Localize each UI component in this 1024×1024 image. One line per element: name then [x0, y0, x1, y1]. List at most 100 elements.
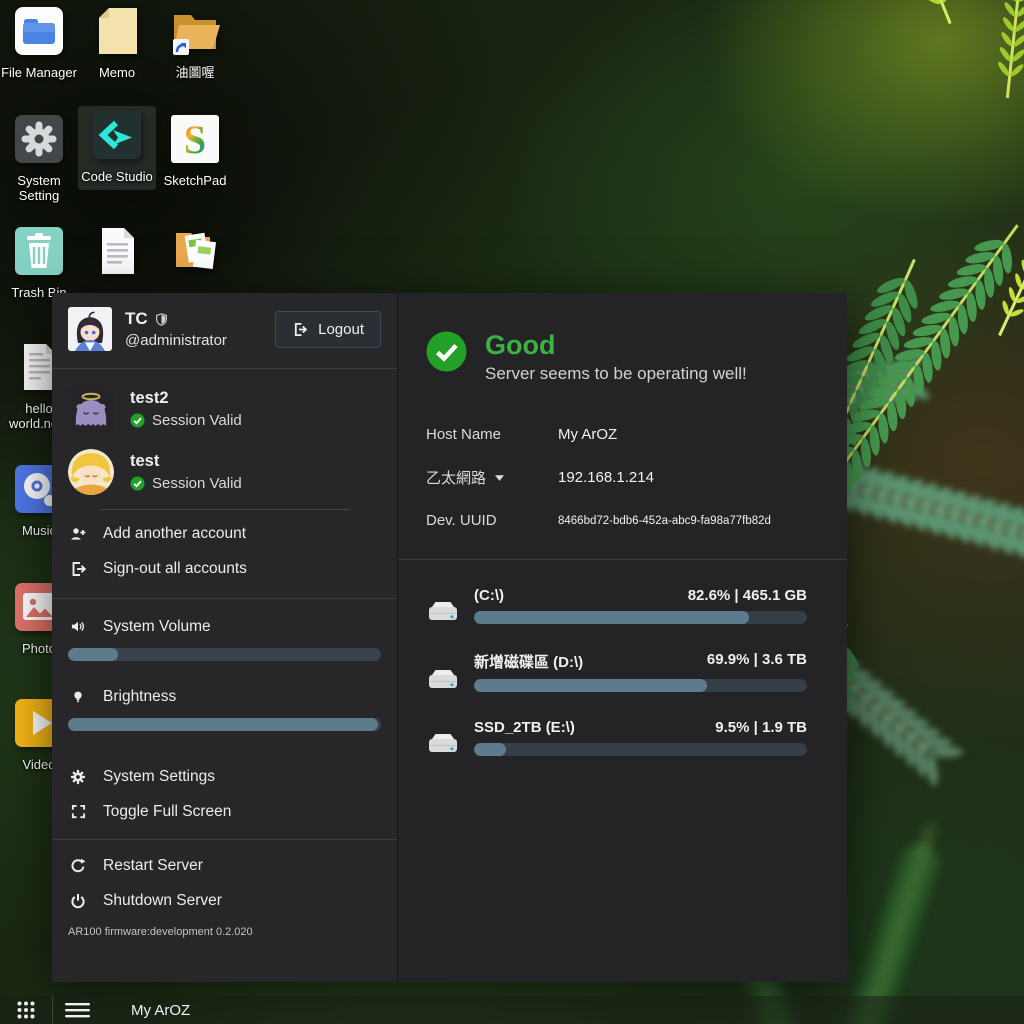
menu-item-signout-all[interactable]: Sign-out all accounts: [68, 551, 381, 586]
account-row-test2[interactable]: test2 Session Valid: [68, 386, 381, 432]
logout-button[interactable]: Logout: [275, 311, 381, 348]
menu-label: Add another account: [103, 525, 246, 543]
system-volume-label-row: System Volume: [68, 609, 381, 644]
menu-label: Restart Server: [103, 857, 203, 875]
session-status: Session Valid: [152, 475, 242, 492]
app-launcher-button[interactable]: [0, 996, 52, 1024]
avatar: [68, 449, 114, 495]
brightness-label-row: Brightness: [68, 679, 381, 714]
account-row-test[interactable]: test Session Valid: [68, 449, 381, 495]
disk-row-c: (C:\) 82.6% | 465.1 GB: [426, 587, 807, 624]
current-user-username: @administrator: [125, 332, 262, 349]
check-circle-icon: [130, 413, 145, 428]
uuid-value: 8466bd72-bdb6-452a-abc9-fa98a77fb82d: [558, 515, 771, 527]
divider: [52, 598, 397, 599]
network-interface-dropdown[interactable]: 乙太網路: [426, 467, 558, 488]
disk-usage-bar: [474, 611, 807, 624]
menu-label: Sign-out all accounts: [103, 560, 247, 578]
disk-usage-fill: [474, 611, 749, 624]
menu-item-toggle-fullscreen[interactable]: Toggle Full Screen: [68, 794, 381, 829]
desktop-icon-folder-with-documents[interactable]: [156, 224, 234, 285]
taskbar: My ArOZ: [0, 996, 1024, 1024]
divider: [398, 559, 847, 560]
menu-item-add-account[interactable]: Add another account: [68, 516, 381, 551]
disk-name: SSD_2TB (E:\): [474, 719, 575, 736]
menu-item-system-settings[interactable]: System Settings: [68, 759, 381, 794]
icon-label: Code Studio: [81, 169, 153, 184]
icon-label: System Setting: [0, 173, 78, 204]
menu-item-restart-server[interactable]: Restart Server: [68, 848, 381, 883]
svg-text:S: S: [184, 117, 206, 162]
hostname-row: Host Name My ArOZ: [426, 426, 807, 443]
firmware-version: AR100 firmware:development 0.2.020: [68, 926, 381, 938]
status-subtitle: Server seems to be operating well!: [485, 364, 747, 384]
hard-drive-icon: [426, 667, 460, 692]
network-label: 乙太網路: [426, 467, 486, 488]
disk-usage-bar: [474, 743, 807, 756]
avatar: [68, 307, 112, 351]
icon-label: 油圖喔: [175, 65, 214, 80]
caret-down-icon: [495, 475, 504, 481]
disk-usage-fill: [474, 679, 707, 692]
hostname-label: Host Name: [426, 426, 558, 443]
desktop-icon-trash-bin[interactable]: Trash Bin: [0, 224, 78, 300]
account-status-popup: TC @administrator Logout: [52, 293, 847, 982]
trash-bin-icon: [12, 224, 66, 278]
logout-label: Logout: [318, 321, 364, 338]
logout-icon: [292, 322, 308, 337]
folder-with-documents-icon: [168, 224, 222, 278]
user-plus-icon: [68, 525, 88, 542]
current-user-name: TC: [125, 309, 148, 329]
ip-address-value: 192.168.1.214: [558, 469, 654, 486]
status-title: Good: [485, 331, 747, 359]
grid-icon: [16, 1000, 36, 1020]
current-user-header: TC @administrator Logout: [68, 307, 381, 351]
divider: [52, 839, 397, 840]
code-studio-icon: [90, 108, 144, 162]
icon-label: Video: [22, 757, 55, 772]
icon-label: File Manager: [1, 65, 77, 80]
desktop: File Manager Memo 油圖喔: [0, 0, 1024, 1024]
disk-usage: 69.9% | 3.6 TB: [707, 651, 807, 672]
menu-label: System Settings: [103, 768, 215, 786]
icon-label: Memo: [99, 65, 135, 80]
desktop-icon-shortcut-folder[interactable]: 油圖喔: [156, 4, 234, 80]
shortcut-folder-icon: [168, 4, 222, 58]
menu-label: Shutdown Server: [103, 892, 222, 910]
system-volume-slider[interactable]: [68, 648, 381, 661]
desktop-icon-document[interactable]: [78, 224, 156, 285]
desktop-icon-system-setting[interactable]: System Setting: [0, 112, 78, 204]
disk-row-e: SSD_2TB (E:\) 9.5% | 1.9 TB: [426, 719, 807, 756]
disk-row-d: 新增磁碟區 (D:\) 69.9% | 3.6 TB: [426, 651, 807, 692]
lightbulb-icon: [68, 688, 88, 705]
account-name: test: [130, 452, 242, 471]
desktop-icon-sketchpad[interactable]: S SketchPad: [156, 112, 234, 188]
disk-usage: 9.5% | 1.9 TB: [715, 719, 807, 736]
menu-button[interactable]: [53, 996, 101, 1024]
icon-label: Music: [22, 523, 56, 538]
sign-out-icon: [68, 560, 88, 577]
slider-label: Brightness: [103, 688, 176, 706]
account-name: test2: [130, 389, 242, 408]
restart-icon: [68, 857, 88, 874]
menu-label: Toggle Full Screen: [103, 803, 231, 821]
hostname-value: My ArOZ: [558, 426, 617, 443]
avatar: [68, 386, 114, 432]
desktop-icon-memo[interactable]: Memo: [78, 4, 156, 80]
brightness-slider[interactable]: [68, 718, 381, 731]
desktop-icon-code-studio[interactable]: Code Studio: [78, 106, 156, 190]
shield-icon: [155, 312, 168, 327]
hard-drive-icon: [426, 599, 460, 624]
network-row: 乙太網路 192.168.1.214: [426, 467, 807, 488]
disk-usage-fill: [474, 743, 506, 756]
menu-item-shutdown-server[interactable]: Shutdown Server: [68, 883, 381, 918]
slider-fill: [68, 648, 118, 661]
device-uuid-row: Dev. UUID 8466bd72-bdb6-452a-abc9-fa98a7…: [426, 512, 807, 529]
check-circle-icon: [426, 331, 467, 372]
desktop-icon-file-manager[interactable]: File Manager: [0, 4, 78, 80]
session-status: Session Valid: [152, 412, 242, 429]
memo-icon: [90, 4, 144, 58]
disk-usage: 82.6% | 465.1 GB: [688, 587, 807, 604]
icon-label: SketchPad: [164, 173, 227, 188]
gear-icon: [68, 768, 88, 785]
